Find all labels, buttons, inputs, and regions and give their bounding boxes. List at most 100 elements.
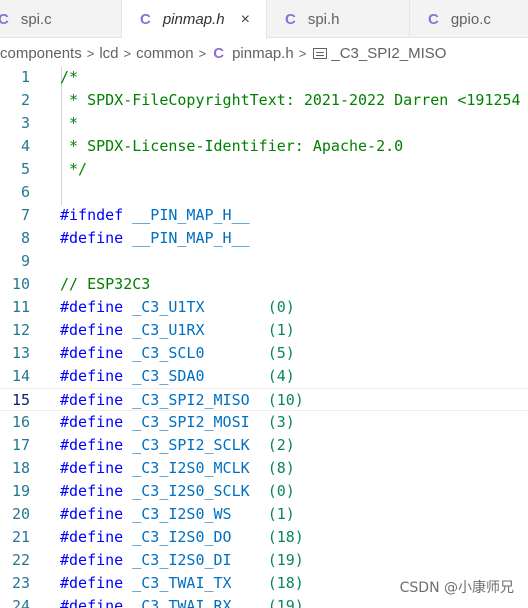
watermark: CSDN @小康师兄 xyxy=(399,580,514,596)
macro-identifier: _C3_I2S0_DI xyxy=(123,551,268,569)
line-number: 2 xyxy=(20,91,30,109)
macro-value: (18) xyxy=(267,528,304,546)
line-code: * xyxy=(60,112,78,135)
code-line[interactable]: 8 #define __PIN_MAP_H__ xyxy=(0,227,528,250)
line-code: // ESP32C3 xyxy=(60,273,150,296)
macro-value: (8) xyxy=(267,459,295,477)
close-icon[interactable]: × xyxy=(241,11,250,29)
macro-identifier: _C3_I2S0_MCLK xyxy=(123,459,268,477)
line-number: 5 xyxy=(20,160,30,178)
line-code: #define _C3_I2S0_DI (19) xyxy=(60,549,304,572)
breadcrumb-item-symbol[interactable]: _C3_SPI2_MISO xyxy=(331,45,446,62)
breadcrumb-item-components[interactable]: components xyxy=(0,45,82,62)
breadcrumb: components > lcd > common > C pinmap.h >… xyxy=(0,39,528,67)
tab-spi-c[interactable]: C spi.c xyxy=(0,0,122,38)
line-number: 24 xyxy=(11,597,30,608)
editor-tab-bar: C spi.c C pinmap.h × C spi.h C gpio.c xyxy=(0,0,528,39)
line-number: 6 xyxy=(20,183,30,201)
code-line[interactable]: 15 #define _C3_SPI2_MISO (10) xyxy=(0,388,528,411)
line-number: 21 xyxy=(11,528,30,546)
line-code: /* xyxy=(60,66,78,89)
line-code: #define _C3_SPI2_MOSI (3) xyxy=(60,411,295,434)
code-line[interactable]: 17 #define _C3_SPI2_SCLK (2) xyxy=(0,434,528,457)
line-number: 18 xyxy=(11,459,30,477)
code-line[interactable]: 13 #define _C3_SCL0 (5) xyxy=(0,342,528,365)
macro-value: (4) xyxy=(267,367,295,385)
line-number: 22 xyxy=(11,551,30,569)
code-line[interactable]: 4 * SPDX-License-Identifier: Apache-2.0 xyxy=(0,135,528,158)
tab-label: gpio.c xyxy=(450,10,491,28)
code-line[interactable]: 12 #define _C3_U1RX (1) xyxy=(0,319,528,342)
macro-identifier: _C3_SPI2_MISO xyxy=(123,391,268,409)
preprocessor-keyword: #define xyxy=(60,482,124,500)
code-line[interactable]: 3 * xyxy=(0,112,528,135)
preprocessor-keyword: #define xyxy=(60,459,124,477)
line-code: #define _C3_SPI2_SCLK (2) xyxy=(60,434,295,457)
line-number: 7 xyxy=(20,206,30,224)
code-line[interactable]: 7 #ifndef __PIN_MAP_H__ xyxy=(0,204,528,227)
code-line[interactable]: 14 #define _C3_SDA0 (4) xyxy=(0,365,528,388)
code-line[interactable]: 22 #define _C3_I2S0_DI (19) xyxy=(0,549,528,572)
code-line[interactable]: 11 #define _C3_U1TX (0) xyxy=(0,296,528,319)
tab-pinmap-h[interactable]: C pinmap.h × xyxy=(122,0,267,39)
code-line[interactable]: 21 #define _C3_I2S0_DO (18) xyxy=(0,526,528,549)
macro-identifier: __PIN_MAP_H__ xyxy=(123,229,250,247)
c-file-icon: C xyxy=(140,11,151,28)
macro-value: (1) xyxy=(267,321,295,339)
code-line[interactable]: 5 */ xyxy=(0,158,528,181)
comment-token: * SPDX-FileCopyrightText: 2021-2022 Darr… xyxy=(60,91,521,109)
symbol-constant-icon xyxy=(313,47,328,59)
breadcrumb-item-common[interactable]: common xyxy=(136,45,194,62)
code-line[interactable]: 16 #define _C3_SPI2_MOSI (3) xyxy=(0,411,528,434)
macro-identifier: __PIN_MAP_H__ xyxy=(123,206,250,224)
code-line[interactable]: 6 xyxy=(0,181,528,204)
line-number: 23 xyxy=(11,574,30,592)
code-editor[interactable]: 1 /* 2 * SPDX-FileCopyrightText: 2021-2022… xyxy=(0,67,528,608)
code-line[interactable]: 19 #define _C3_I2S0_SCLK (0) xyxy=(0,480,528,503)
line-number: 19 xyxy=(11,482,30,500)
code-line[interactable]: 10 // ESP32C3 xyxy=(0,273,528,296)
line-number: 1 xyxy=(20,68,30,86)
preprocessor-keyword: #define xyxy=(60,574,124,592)
macro-identifier: _C3_TWAI_TX xyxy=(123,574,268,592)
tab-gpio-c[interactable]: C gpio.c xyxy=(410,0,528,38)
c-file-icon: C xyxy=(285,10,296,28)
line-number: 20 xyxy=(11,505,30,523)
code-line[interactable]: 9 xyxy=(0,250,528,273)
macro-value: (1) xyxy=(267,505,295,523)
c-file-icon: C xyxy=(213,44,225,62)
preprocessor-keyword: #define xyxy=(60,551,124,569)
macro-identifier: _C3_SPI2_MOSI xyxy=(123,413,268,431)
preprocessor-keyword: #define xyxy=(60,367,124,385)
line-number: 16 xyxy=(11,413,30,431)
macro-identifier: _C3_SDA0 xyxy=(123,367,268,385)
line-number: 13 xyxy=(11,344,30,362)
preprocessor-keyword: #define xyxy=(60,229,124,247)
code-line[interactable]: 20 #define _C3_I2S0_WS (1) xyxy=(0,503,528,526)
c-file-icon: C xyxy=(0,10,9,28)
comment-token: * SPDX-License-Identifier: Apache-2.0 xyxy=(60,137,404,155)
breadcrumb-item-lcd[interactable]: lcd xyxy=(99,45,118,62)
line-number: 17 xyxy=(11,436,30,454)
line-code: #define _C3_I2S0_MCLK (8) xyxy=(60,457,295,480)
preprocessor-keyword: #define xyxy=(60,597,124,608)
preprocessor-keyword: #define xyxy=(60,391,124,409)
tab-label: spi.c xyxy=(20,10,52,28)
breadcrumb-item-file[interactable]: pinmap.h xyxy=(232,45,294,62)
line-number: 3 xyxy=(20,114,30,132)
tab-spi-h[interactable]: C spi.h xyxy=(267,0,410,38)
macro-value: (18) xyxy=(267,574,304,592)
comment-token: /* xyxy=(60,68,79,86)
macro-value: (19) xyxy=(267,597,304,608)
code-line[interactable]: 1 /* xyxy=(0,66,528,89)
macro-value: (5) xyxy=(267,344,295,362)
chevron-right-icon: > xyxy=(198,45,207,61)
code-line[interactable]: 18 #define _C3_I2S0_MCLK (8) xyxy=(0,457,528,480)
macro-identifier: _C3_U1TX xyxy=(123,298,268,316)
line-number: 15 xyxy=(11,391,30,409)
comment-token: */ xyxy=(60,160,88,178)
code-line[interactable]: 2 * SPDX-FileCopyrightText: 2021-2022 Da… xyxy=(0,89,528,112)
macro-identifier: _C3_TWAI_RX xyxy=(123,597,268,608)
line-code: #define _C3_TWAI_RX (19) xyxy=(60,595,304,608)
macro-value: (2) xyxy=(267,436,295,454)
